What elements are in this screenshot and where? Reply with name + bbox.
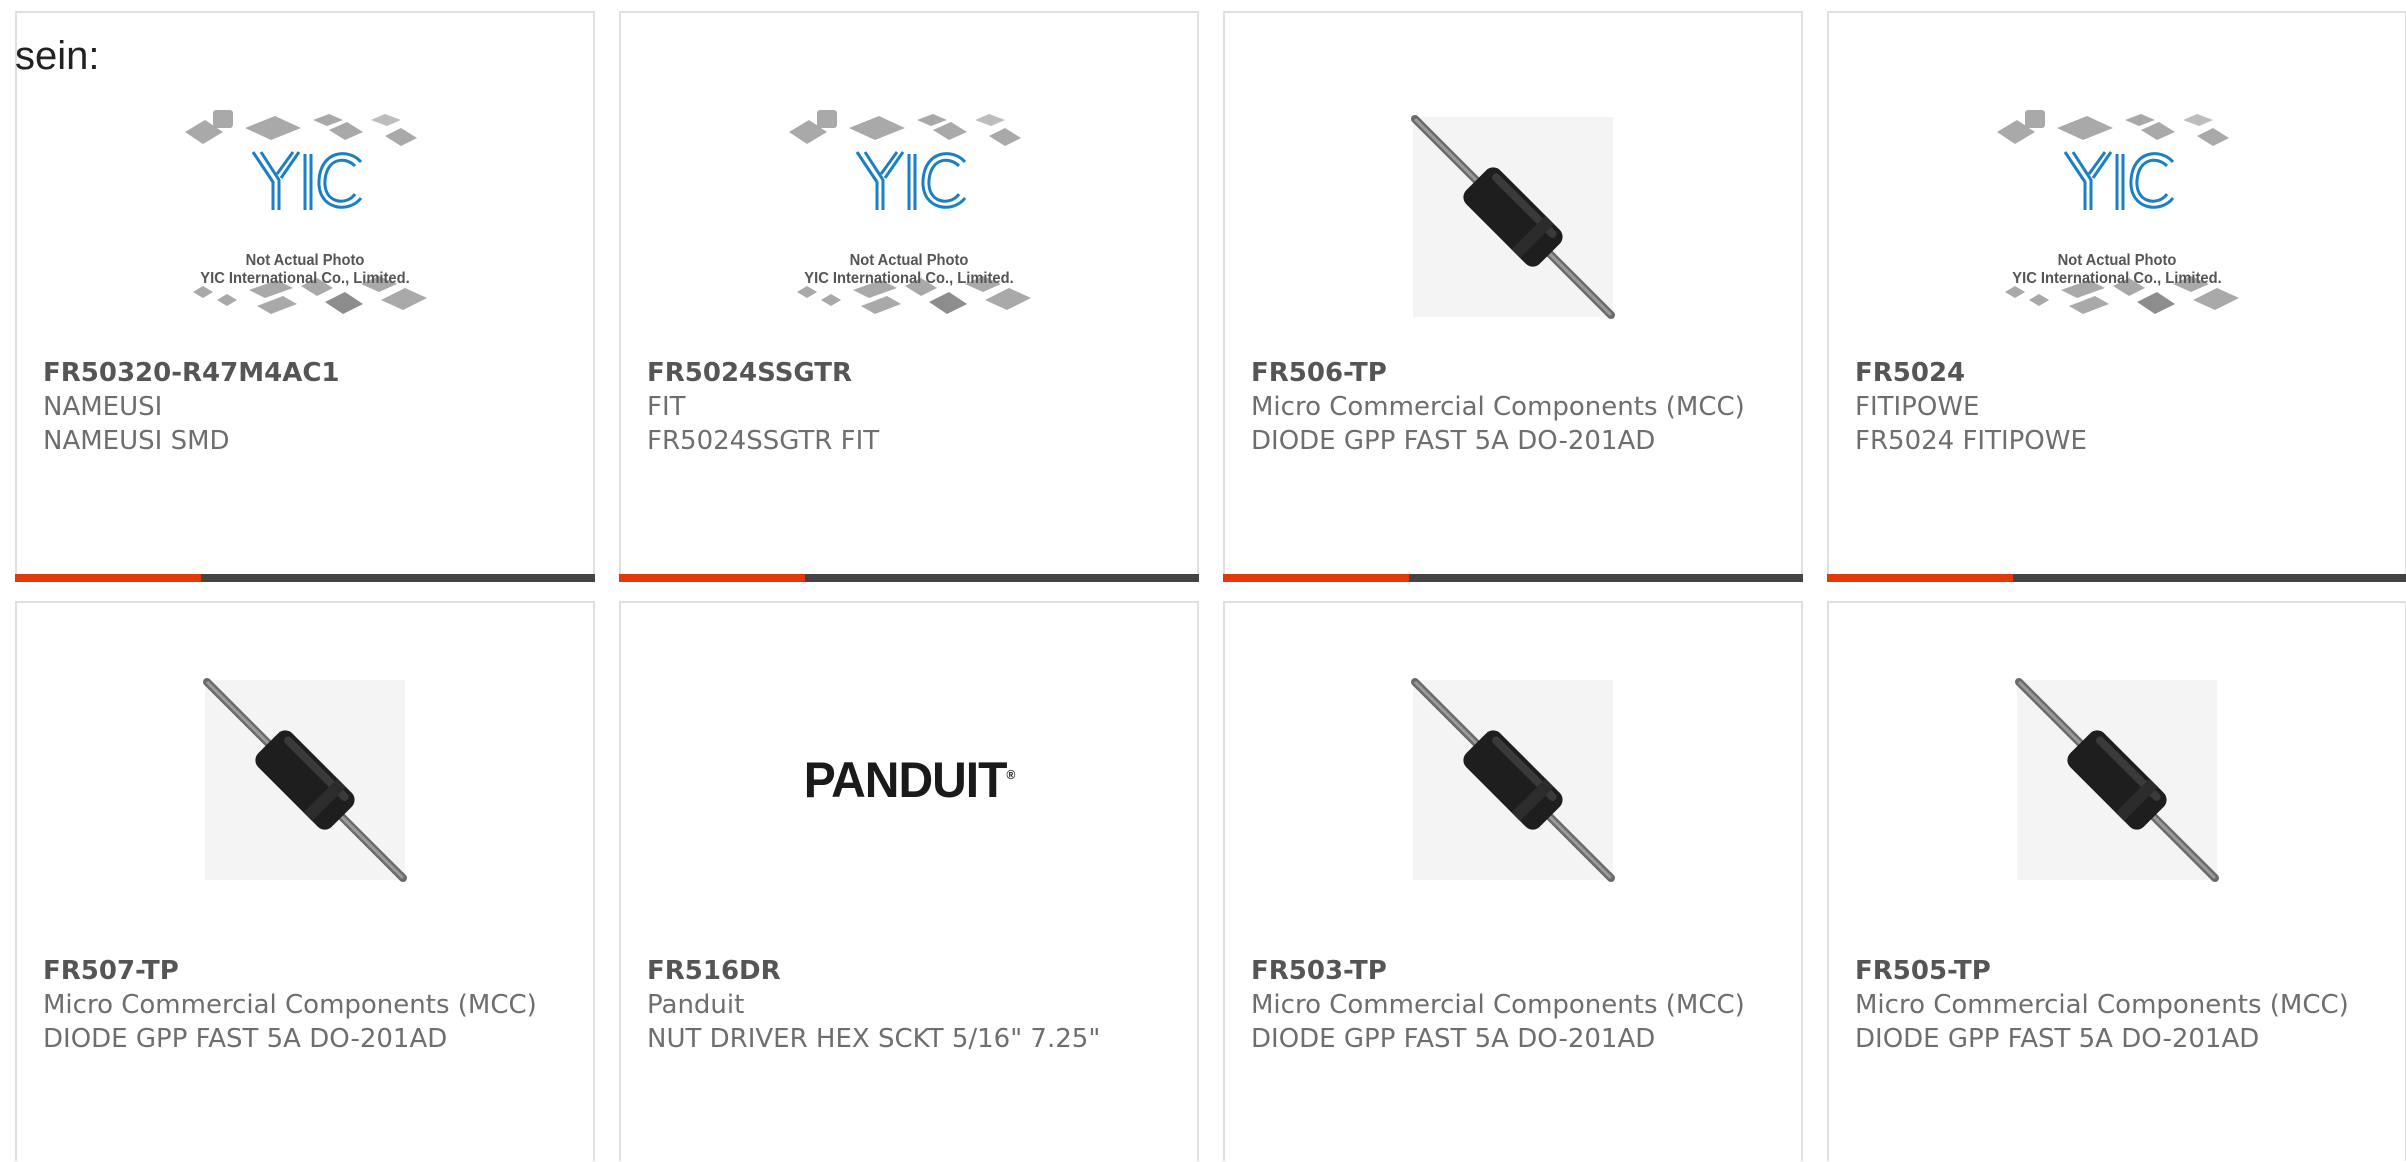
image-caption: Not Actual Photo YIC International Co., … [176, 252, 434, 288]
part-number-link[interactable]: FR503-TP [1251, 954, 1771, 988]
manufacturer: FIT [647, 392, 686, 422]
chip-packages-icon [789, 110, 1031, 314]
description: DIODE GPP FAST 5A DO-201AD [1251, 1024, 1656, 1054]
product-info: FR503-TP Micro Commercial Components (MC… [1251, 954, 1771, 1056]
product-image[interactable]: Not Actual Photo YIC International Co., … [165, 82, 445, 352]
product-image[interactable] [165, 655, 445, 905]
product-image[interactable] [1373, 655, 1653, 905]
part-number-link[interactable]: FR505-TP [1855, 954, 2375, 988]
product-image[interactable]: PANDUIT® [769, 655, 1049, 905]
image-caption-line2: YIC International Co., Limited. [804, 270, 1014, 287]
chip-packages-icon [185, 110, 427, 314]
product-card[interactable]: FR505-TP Micro Commercial Components (MC… [1827, 601, 2406, 1161]
manufacturer: Micro Commercial Components (MCC) [1855, 990, 2349, 1020]
description: DIODE GPP FAST 5A DO-201AD [1251, 426, 1656, 456]
manufacturer: NAMEUSI [43, 392, 163, 422]
product-image[interactable] [1977, 655, 2257, 905]
logo-text: PANDUIT [803, 752, 1008, 808]
product-info: FR5024SSGTR FIT FR5024SSGTR FIT [647, 356, 1167, 458]
product-card[interactable]: PANDUIT® FR516DR Panduit NUT DRIVER HEX … [619, 601, 1199, 1161]
product-info: FR50320-R47M4AC1 NAMEUSI NAMEUSI SMD [43, 356, 563, 458]
axial-diode-image [1411, 115, 1615, 319]
part-number-link[interactable]: FR506-TP [1251, 356, 1771, 390]
manufacturer: Micro Commercial Components (MCC) [1251, 392, 1745, 422]
description: NUT DRIVER HEX SCKT 5/16" 7.25" [647, 1024, 1101, 1054]
part-number-link[interactable]: FR5024 [1855, 356, 2375, 390]
axial-diode-image [2015, 678, 2219, 882]
product-card[interactable]: Not Actual Photo YIC International Co., … [619, 11, 1199, 582]
description: NAMEUSI SMD [43, 426, 230, 456]
card-accent-bar [15, 574, 595, 582]
part-number-link[interactable]: FR507-TP [43, 954, 563, 988]
yic-placeholder-image: Not Actual Photo YIC International Co., … [1977, 92, 2257, 342]
product-image[interactable] [1373, 82, 1653, 352]
manufacturer: Micro Commercial Components (MCC) [43, 990, 537, 1020]
lead-text: sein: [15, 34, 100, 78]
chip-packages-icon [1997, 110, 2239, 314]
product-card[interactable]: Not Actual Photo YIC International Co., … [1827, 11, 2406, 582]
part-number-link[interactable]: FR50320-R47M4AC1 [43, 356, 563, 390]
description: FR5024SSGTR FIT [647, 426, 880, 456]
image-caption: Not Actual Photo YIC International Co., … [1988, 252, 2246, 288]
image-caption-line1: Not Actual Photo [2057, 252, 2177, 269]
product-card[interactable]: FR506-TP Micro Commercial Components (MC… [1223, 11, 1803, 582]
image-caption-line2: YIC International Co., Limited. [2012, 270, 2222, 287]
description: DIODE GPP FAST 5A DO-201AD [1855, 1024, 2260, 1054]
yic-placeholder-image: Not Actual Photo YIC International Co., … [769, 92, 1049, 342]
product-card[interactable]: FR507-TP Micro Commercial Components (MC… [15, 601, 595, 1161]
image-caption-line2: YIC International Co., Limited. [200, 270, 410, 287]
part-number-link[interactable]: FR516DR [647, 954, 1167, 988]
yic-placeholder-image: Not Actual Photo YIC International Co., … [165, 92, 445, 342]
part-number-link[interactable]: FR5024SSGTR [647, 356, 1167, 390]
product-info: FR506-TP Micro Commercial Components (MC… [1251, 356, 1771, 458]
image-caption: Not Actual Photo YIC International Co., … [780, 252, 1038, 288]
card-accent-bar [1223, 574, 1803, 582]
axial-diode-image [203, 678, 407, 882]
product-card[interactable]: Not Actual Photo YIC International Co., … [15, 11, 595, 582]
product-info: FR505-TP Micro Commercial Components (MC… [1855, 954, 2375, 1056]
manufacturer: FITIPOWE [1855, 392, 1980, 422]
product-image[interactable]: Not Actual Photo YIC International Co., … [1977, 82, 2257, 352]
manufacturer: Panduit [647, 990, 745, 1020]
image-caption-line1: Not Actual Photo [245, 252, 365, 269]
axial-diode-image [1411, 678, 1615, 882]
product-image[interactable]: Not Actual Photo YIC International Co., … [769, 82, 1049, 352]
manufacturer: Micro Commercial Components (MCC) [1251, 990, 1745, 1020]
product-card[interactable]: FR503-TP Micro Commercial Components (MC… [1223, 601, 1803, 1161]
product-info: FR507-TP Micro Commercial Components (MC… [43, 954, 563, 1056]
panduit-logo: PANDUIT® [803, 752, 1016, 808]
image-caption-line1: Not Actual Photo [849, 252, 969, 269]
description: FR5024 FITIPOWE [1855, 426, 2087, 456]
product-info: FR516DR Panduit NUT DRIVER HEX SCKT 5/16… [647, 954, 1167, 1056]
description: DIODE GPP FAST 5A DO-201AD [43, 1024, 448, 1054]
card-accent-bar [1827, 574, 2406, 582]
card-accent-bar [619, 574, 1199, 582]
product-info: FR5024 FITIPOWE FR5024 FITIPOWE [1855, 356, 2375, 458]
